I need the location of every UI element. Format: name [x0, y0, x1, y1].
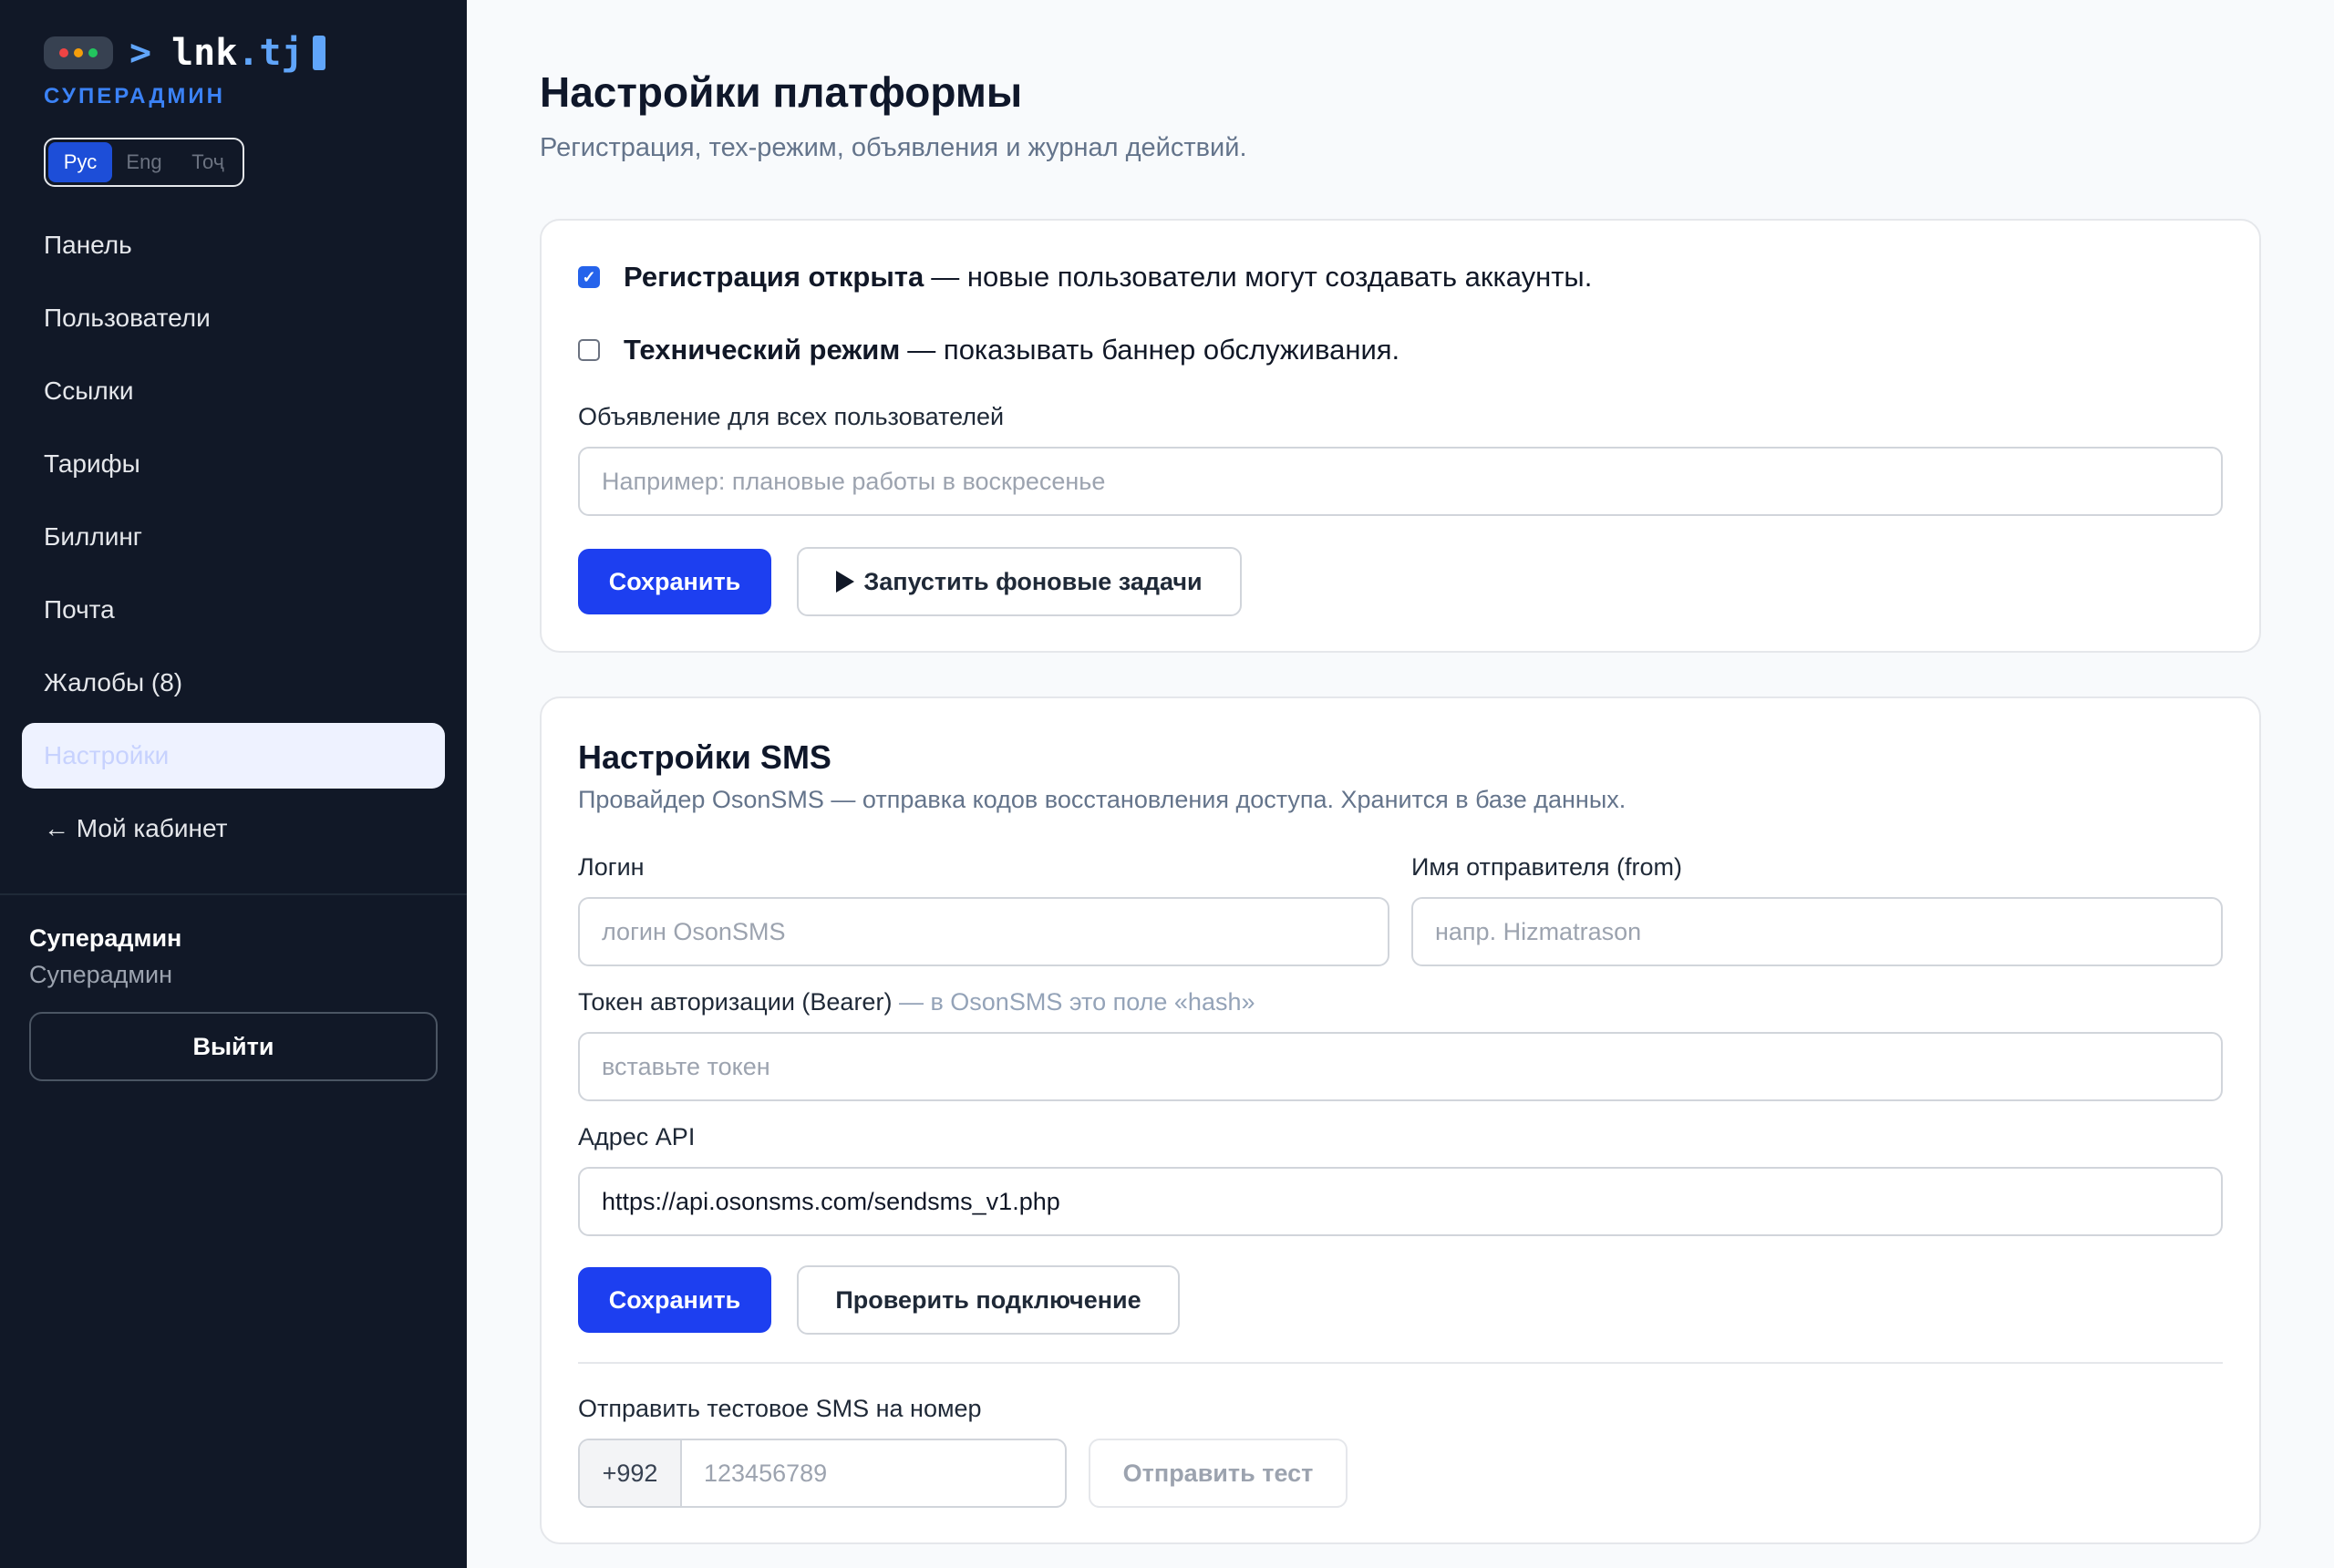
lang-ru-button[interactable]: Рус — [48, 142, 112, 182]
sidebar-item-billing[interactable]: Биллинг — [22, 504, 445, 570]
token-label-text: Токен авторизации (Bearer) — [578, 988, 893, 1016]
sms-section-title: Настройки SMS — [578, 738, 831, 776]
save-platform-button[interactable]: Сохранить — [578, 549, 771, 614]
dot-green-icon — [88, 48, 98, 57]
registration-title: Регистрация открыта — [624, 261, 924, 293]
run-jobs-button[interactable]: Запустить фоновые задачи — [797, 547, 1242, 616]
dot-yellow-icon — [74, 48, 83, 57]
sms-section-subtitle: Провайдер OsonSMS — отправка кодов восст… — [578, 786, 1627, 813]
save-sms-button[interactable]: Сохранить — [578, 1267, 771, 1333]
token-label: Токен авторизации (Bearer) — в OsonSMS э… — [578, 988, 1255, 1016]
sender-input[interactable]: напр. Hizmatrason — [1411, 897, 2223, 966]
phone-input-group: +992 123456789 — [578, 1439, 1067, 1508]
logo-tld: .tj — [237, 32, 304, 74]
window-dots-icon — [44, 36, 113, 69]
sidebar-item-my-cabinet[interactable]: ← Мой кабинет — [22, 796, 445, 861]
login-label: Логин — [578, 853, 645, 881]
registration-desc: — новые пользователи могут создавать акк… — [931, 261, 1593, 293]
maintenance-checkbox[interactable] — [578, 339, 600, 361]
send-test-button[interactable]: Отправить тест — [1089, 1439, 1348, 1508]
language-switcher: Рус Eng Тоҷ — [44, 138, 244, 187]
sms-divider — [578, 1362, 2223, 1364]
api-input[interactable]: https://api.osonsms.com/sendsms_v1.php — [578, 1167, 2223, 1236]
logout-button[interactable]: Выйти — [29, 1012, 438, 1081]
sidebar-nav: Панель Пользователи Ссылки Тарифы Биллин… — [22, 212, 445, 869]
registration-row: ✓ Регистрация открыта — новые пользовате… — [578, 261, 1592, 294]
token-hint: — в OsonSMS это поле «hash» — [892, 988, 1255, 1016]
cursor-icon — [312, 36, 325, 70]
page-title: Настройки платформы — [540, 68, 1023, 116]
logo-text: > lnk .tj — [129, 32, 325, 74]
announcement-input[interactable]: Например: плановые работы в воскресенье — [578, 447, 2223, 516]
sidebar-item-plans[interactable]: Тарифы — [22, 431, 445, 497]
maintenance-row: Технический режим — показывать баннер об… — [578, 334, 1399, 366]
sms-settings-card: Настройки SMS Провайдер OsonSMS — отправ… — [540, 696, 2261, 1544]
phone-prefix: +992 — [580, 1440, 682, 1506]
sidebar-item-links[interactable]: Ссылки — [22, 358, 445, 424]
sidebar-item-mail[interactable]: Почта — [22, 577, 445, 643]
sender-label: Имя отправителя (from) — [1411, 853, 1682, 881]
dot-red-icon — [59, 48, 68, 57]
sidebar-item-settings[interactable]: Настройки — [22, 723, 445, 789]
lang-en-button[interactable]: Eng — [112, 142, 176, 182]
platform-settings-card: ✓ Регистрация открыта — новые пользовате… — [540, 219, 2261, 653]
sidebar-divider — [0, 893, 467, 895]
play-icon — [836, 571, 855, 593]
login-input[interactable]: логин OsonSMS — [578, 897, 1389, 966]
user-name: Суперадмин — [29, 924, 182, 952]
sidebar-item-dashboard[interactable]: Панель — [22, 212, 445, 278]
role-label: СУПЕРАДМИН — [44, 84, 225, 108]
page-subtitle: Регистрация, тех-режим, объявления и жур… — [540, 133, 1247, 162]
token-input[interactable]: вставьте токен — [578, 1032, 2223, 1101]
logo-name: lnk — [171, 32, 238, 74]
sidebar-item-complaints[interactable]: Жалобы (8) — [22, 650, 445, 716]
run-jobs-label: Запустить фоновые задачи — [863, 567, 1203, 595]
logo-prompt: > — [129, 32, 152, 74]
announcement-label: Объявление для всех пользователей — [578, 403, 1005, 430]
test-sms-label: Отправить тестовое SMS на номер — [578, 1395, 982, 1422]
sidebar-item-users[interactable]: Пользователи — [22, 285, 445, 351]
lang-tj-button[interactable]: Тоҷ — [176, 142, 240, 182]
phone-input[interactable]: 123456789 — [682, 1440, 1065, 1506]
logo[interactable]: > lnk .tj — [44, 27, 325, 78]
registration-checkbox[interactable]: ✓ — [578, 266, 600, 288]
maintenance-desc: — показывать баннер обслуживания. — [907, 334, 1400, 366]
maintenance-title: Технический режим — [624, 334, 901, 366]
api-label: Адрес API — [578, 1123, 696, 1150]
user-role: Суперадмин — [29, 961, 172, 988]
check-connection-button[interactable]: Проверить подключение — [797, 1265, 1180, 1335]
sidebar: > lnk .tj СУПЕРАДМИН Рус Eng Тоҷ Панель … — [0, 0, 467, 1568]
